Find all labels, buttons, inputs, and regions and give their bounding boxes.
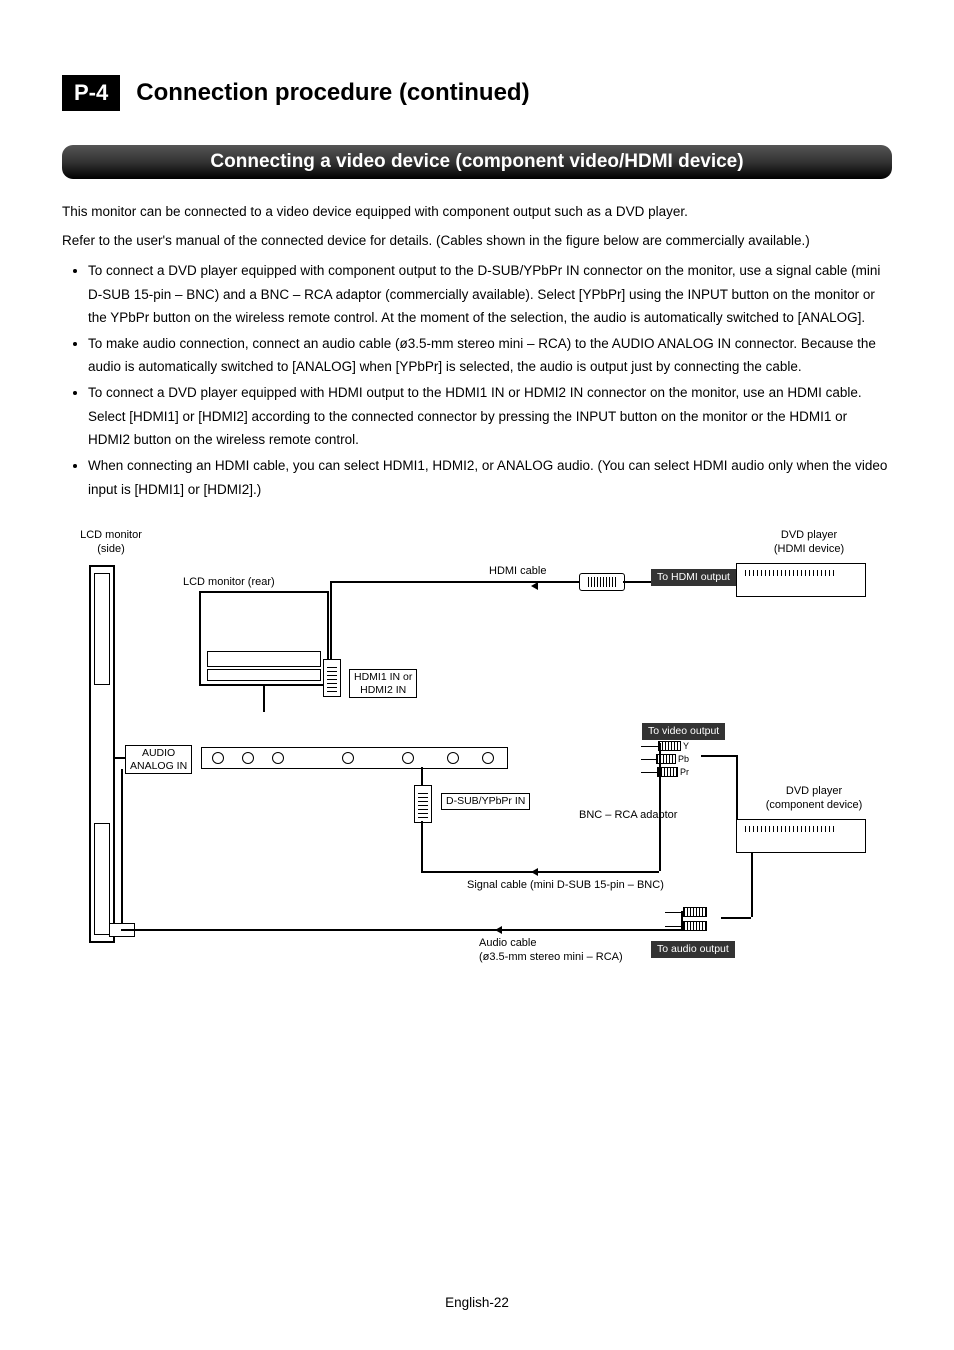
page-header: P-4 Connection procedure (continued) xyxy=(62,75,892,111)
label-to-hdmi-output: To HDMI output xyxy=(651,569,736,586)
page-number-tag: P-4 xyxy=(62,75,120,111)
instruction-item: To make audio connection, connect an aud… xyxy=(88,332,892,379)
label-dvd-hdmi: DVD player(HDMI device) xyxy=(759,529,859,557)
dsub-connector-icon xyxy=(414,785,432,823)
section-banner: Connecting a video device (component vid… xyxy=(62,145,892,179)
cable-line xyxy=(701,755,736,757)
cable-line xyxy=(421,871,659,873)
cable-line xyxy=(121,929,681,931)
label-to-video-output: To video output xyxy=(642,723,725,740)
cable-line xyxy=(721,917,751,919)
port-strip-icon xyxy=(201,747,508,769)
label-signal-cable: Signal cable (mini D-SUB 15-pin – BNC) xyxy=(467,879,664,893)
dvd-component-icon xyxy=(736,819,866,853)
cable-line xyxy=(330,581,332,659)
hdmi-connector-icon xyxy=(323,659,341,697)
instruction-item: To connect a DVD player equipped with co… xyxy=(88,259,892,330)
page-title: Connection procedure (continued) xyxy=(136,79,529,107)
arrow-icon xyxy=(537,871,538,873)
label-hdmi-in: HDMI1 IN orHDMI2 IN xyxy=(349,669,417,698)
intro-line-2: Refer to the user's manual of the connec… xyxy=(62,230,892,253)
label-pb: Pb xyxy=(678,754,689,764)
label-audio-cable: Audio cable(ø3.5-mm stereo mini – RCA) xyxy=(479,937,623,965)
label-pr: Pr xyxy=(680,767,689,777)
cable-line xyxy=(736,755,738,819)
rca-audio-icon xyxy=(665,907,713,935)
arrow-icon xyxy=(537,585,538,587)
label-lcd-rear: LCD monitor (rear) xyxy=(183,576,275,590)
label-dsub-in: D-SUB/YPbPr IN xyxy=(441,793,530,810)
label-to-audio-output: To audio output xyxy=(651,941,735,958)
label-dvd-component: DVD player(component device) xyxy=(754,785,874,813)
cable-line xyxy=(421,767,423,787)
label-audio-analog-in: AUDIOANALOG IN xyxy=(125,745,192,774)
arrow-icon xyxy=(501,929,502,931)
hdmi-plug-icon xyxy=(579,573,625,591)
instruction-list: To connect a DVD player equipped with co… xyxy=(62,259,892,501)
page-footer: English-22 xyxy=(0,1295,954,1310)
leader-line xyxy=(115,757,125,759)
lcd-monitor-side-icon xyxy=(89,565,115,943)
intro-line-1: This monitor can be connected to a video… xyxy=(62,201,892,224)
label-lcd-side: LCD monitor(side) xyxy=(71,529,151,557)
manual-page: P-4 Connection procedure (continued) Con… xyxy=(0,0,954,1350)
cable-line xyxy=(263,686,265,712)
lcd-monitor-rear-icon xyxy=(199,591,329,686)
label-hdmi-cable: HDMI cable xyxy=(489,565,546,579)
instruction-item: When connecting an HDMI cable, you can s… xyxy=(88,454,892,501)
cable-line xyxy=(751,853,753,917)
dvd-hdmi-icon xyxy=(736,563,866,597)
cable-line xyxy=(421,821,423,871)
label-y: Y xyxy=(683,741,689,751)
cable-line xyxy=(330,581,580,583)
cable-line xyxy=(121,769,123,923)
connection-diagram: LCD monitor(side) LCD monitor (rear) HDM… xyxy=(71,529,883,969)
instruction-item: To connect a DVD player equipped with HD… xyxy=(88,381,892,452)
cable-line xyxy=(681,911,683,931)
rca-component-icon: Y Pb Pr xyxy=(641,741,689,780)
label-bnc-rca: BNC – RCA adaptor xyxy=(579,809,677,823)
